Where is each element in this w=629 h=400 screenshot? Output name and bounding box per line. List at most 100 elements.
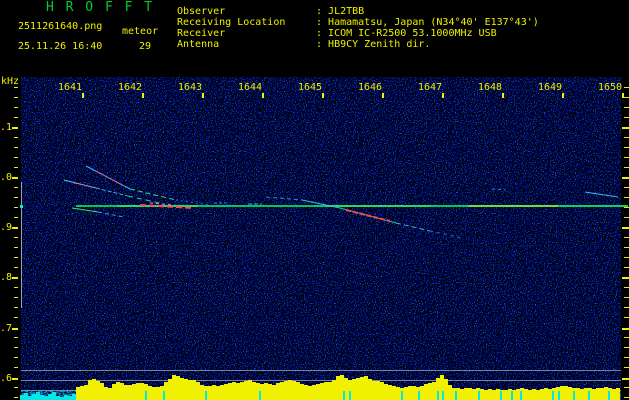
y-axis-minor-tick — [14, 357, 18, 358]
level-bar — [308, 386, 312, 400]
y-axis-minor-tick-right — [624, 287, 629, 288]
level-bar — [224, 384, 228, 400]
y-axis-major-tick — [12, 277, 18, 279]
level-bar — [600, 388, 604, 400]
level-bar-cyan — [40, 395, 44, 400]
y-axis-minor-tick-right — [624, 197, 629, 198]
y-axis-major-tick — [12, 177, 18, 179]
level-bar — [540, 389, 544, 400]
x-axis-tick — [562, 93, 564, 98]
y-axis-minor-tick — [14, 267, 18, 268]
level-bar — [604, 387, 608, 400]
level-bar — [464, 388, 468, 400]
y-axis-minor-tick-right — [624, 337, 629, 338]
y-axis-minor-tick-right — [624, 167, 629, 168]
x-axis-tick — [502, 93, 504, 98]
x-axis-tick — [82, 93, 84, 98]
y-axis-minor-tick — [14, 167, 18, 168]
level-bar — [84, 385, 88, 400]
y-axis-label: 0.6 — [0, 373, 12, 384]
y-axis-unit: kHz — [1, 76, 19, 87]
level-bar — [220, 385, 224, 400]
level-bar — [360, 377, 364, 400]
level-bar — [244, 381, 248, 400]
level-bar-cyan — [36, 392, 40, 400]
meteor-event-marker — [437, 391, 439, 400]
level-bar — [272, 385, 276, 400]
y-axis-major-tick-right — [622, 227, 629, 229]
x-axis-label: 1647 — [418, 82, 442, 93]
level-bar — [536, 390, 540, 400]
level-bar-cyan — [72, 394, 76, 400]
level-bar — [152, 387, 156, 400]
level-bar — [612, 389, 616, 400]
y-axis-minor-tick-right — [624, 367, 629, 368]
level-bar — [568, 387, 572, 400]
meteor-echo-trace — [491, 188, 507, 191]
y-axis-minor-tick — [14, 187, 18, 188]
carrier-line — [560, 205, 628, 207]
level-bar — [196, 382, 200, 400]
meteor-event-marker — [343, 391, 345, 400]
meteor-echo-trace — [395, 222, 431, 232]
y-axis-minor-tick — [14, 117, 18, 118]
level-bar — [300, 384, 304, 400]
level-bar — [368, 379, 372, 400]
level-bar — [388, 385, 392, 400]
level-bar-cyan — [48, 394, 52, 400]
level-bar — [448, 385, 452, 400]
level-bar — [444, 379, 448, 400]
meteor-event-marker — [573, 391, 575, 400]
level-bar — [108, 388, 112, 400]
level-bar — [312, 385, 316, 400]
level-bar — [248, 380, 252, 400]
y-axis-minor-tick — [14, 297, 18, 298]
y-axis-minor-tick-right — [624, 297, 629, 298]
level-bar — [496, 389, 500, 400]
level-bar — [420, 386, 424, 400]
level-bar — [116, 382, 120, 400]
y-axis-minor-tick-right — [624, 87, 629, 88]
y-axis-label: 0.8 — [0, 272, 12, 283]
x-axis-tick — [262, 93, 264, 98]
level-bar — [112, 384, 116, 400]
level-bar — [192, 380, 196, 400]
level-bar-cyan — [44, 396, 48, 400]
level-bar — [176, 376, 180, 400]
meteor-event-marker — [259, 391, 261, 400]
level-reference-line — [21, 370, 621, 371]
y-axis-minor-tick-right — [624, 97, 629, 98]
y-axis-minor-tick-right — [624, 187, 629, 188]
level-bar — [284, 381, 288, 400]
y-axis-major-tick-right — [622, 277, 629, 279]
level-bar — [148, 386, 152, 400]
level-bar — [316, 384, 320, 400]
meteor-echo-trace — [127, 195, 165, 205]
x-axis-tick — [142, 93, 144, 98]
level-bar — [292, 381, 296, 400]
level-bar — [232, 382, 236, 400]
level-bar — [324, 382, 328, 400]
level-bar-cyan — [32, 394, 36, 400]
level-bar-cyan — [20, 395, 24, 400]
y-axis-label: 0.9 — [0, 222, 12, 233]
y-axis-minor-tick — [14, 257, 18, 258]
y-axis-minor-tick — [14, 87, 18, 88]
level-bar — [336, 376, 340, 400]
y-axis-minor-tick — [14, 317, 18, 318]
level-bar — [372, 381, 376, 400]
y-axis-major-tick-right — [622, 378, 629, 380]
y-axis-minor-tick — [14, 367, 18, 368]
level-bar-cyan — [52, 392, 56, 400]
y-axis-major-tick — [12, 378, 18, 380]
x-axis-label: 1646 — [358, 82, 382, 93]
meteor-event-marker — [608, 391, 610, 400]
y-axis-label: 1.1 — [0, 122, 12, 133]
level-bar — [184, 379, 188, 400]
meteor-event-marker — [520, 391, 522, 400]
y-axis-minor-tick-right — [624, 387, 629, 388]
level-bar — [460, 389, 464, 400]
level-bar — [616, 388, 620, 400]
level-bar — [580, 389, 584, 400]
level-bar — [408, 386, 412, 400]
